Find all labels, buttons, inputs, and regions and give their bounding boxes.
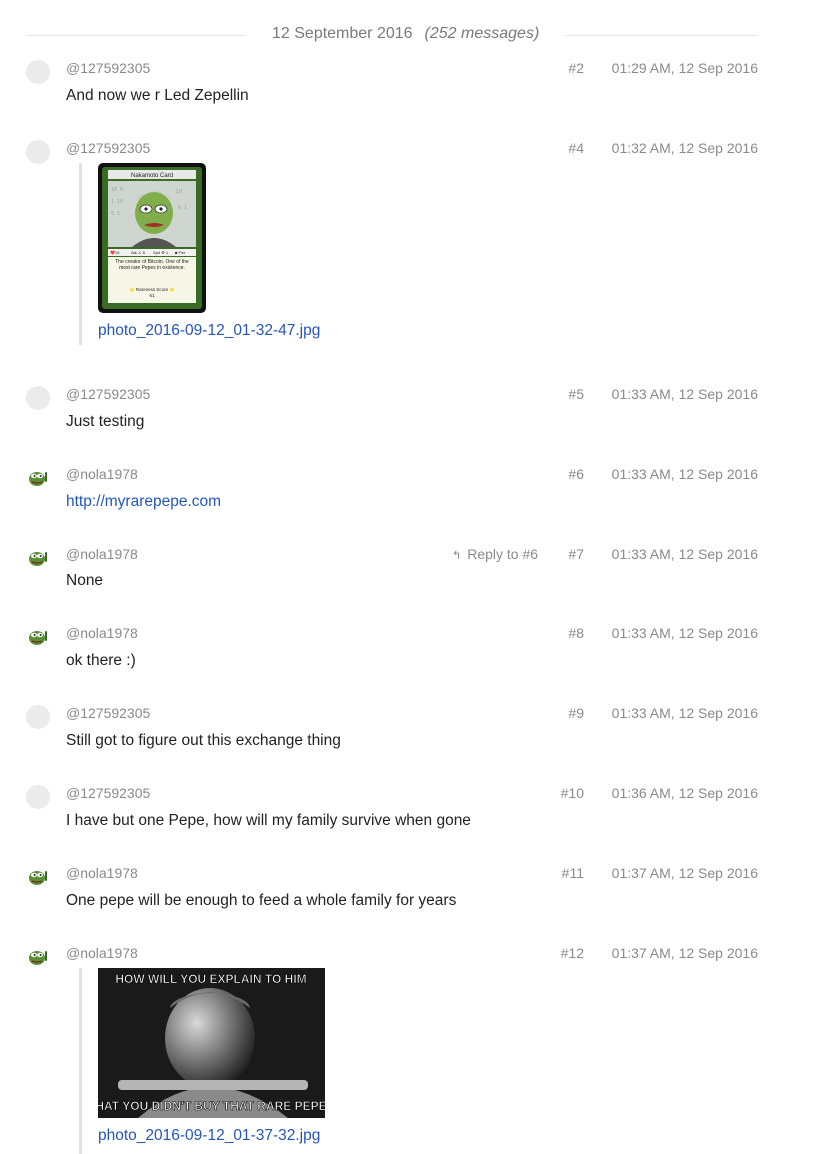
message-time: 01:36 AM, 12 Sep 2016 [611,785,758,801]
photo-file-link[interactable]: photo_2016-09-12_01-37-32.jpg [98,1127,325,1145]
day-date: 12 September 2016 [272,25,413,42]
message-author[interactable]: @127592305 [66,705,150,721]
message-author[interactable]: @nola1978 [66,945,138,961]
card-footer-number: 61 [149,293,155,298]
card-stat-atk: Atk ⚔ 5 [131,250,146,255]
reply-arrow-icon: ↰ [452,550,462,562]
message-text: And now we r Led Zepellin [66,87,249,104]
message-number[interactable]: #10 [524,785,584,801]
card-footer: ⭐ Rareness Score ⭐ [129,286,175,292]
message-text: Just testing [66,413,145,430]
message-time: 01:33 AM, 12 Sep 2016 [611,705,758,721]
card-stat-type: ■ Fire [175,250,186,255]
card-title: Nakamoto Card [131,173,173,179]
message-number[interactable]: #9 [524,705,584,721]
message-author[interactable]: @nola1978 [66,865,138,881]
message-number[interactable]: #6 [524,466,584,482]
day-message-count: (252 messages) [424,25,540,42]
day-separator: 12 September 2016 (252 messages) [26,22,758,48]
message-time: 01:29 AM, 12 Sep 2016 [611,60,758,76]
svg-text:0 1: 0 1 [178,205,187,211]
message-author[interactable]: @127592305 [66,785,150,801]
message-text: Still got to figure out this exchange th… [66,732,341,749]
avatar-placeholder[interactable] [26,60,50,84]
pepe-avatar-icon[interactable] [26,546,50,570]
message-number[interactable]: #4 [524,140,584,156]
message-author[interactable]: @127592305 [66,386,150,402]
message-time: 01:33 AM, 12 Sep 2016 [611,386,758,402]
photo-thumbnail-nakamoto-card[interactable]: Nakamoto Card 10 0 1 10 0 1 10 0 1 ❤️15 Atk … [98,163,206,313]
svg-text:1 10: 1 10 [111,199,123,205]
message-author[interactable]: @127592305 [66,140,150,156]
message-link[interactable]: http://myrarepepe.com [66,493,221,511]
message-time: 01:33 AM, 12 Sep 2016 [611,546,758,562]
message-text: One pepe will be enough to feed a whole … [66,892,457,909]
message-number[interactable]: #7 [524,546,584,562]
message-text: I have but one Pepe, how will my family … [66,812,471,829]
day-label: 12 September 2016 (252 messages) [246,25,566,43]
meme-image: HOW WILL YOU EXPLAIN TO HIM THAT YOU DID… [98,968,325,1118]
message-number[interactable]: #12 [524,945,584,961]
pepe-avatar-icon[interactable] [26,625,50,649]
message-author[interactable]: @nola1978 [66,546,138,562]
photo-file-link[interactable]: photo_2016-09-12_01-32-47.jpg [98,322,320,340]
nakamoto-card-image: Nakamoto Card 10 0 1 10 0 1 10 0 1 ❤️15 Atk … [98,163,206,313]
message-number[interactable]: #11 [524,865,584,881]
message-author[interactable]: @nola1978 [66,625,138,641]
pepe-avatar-icon[interactable] [26,865,50,889]
message-time: 01:37 AM, 12 Sep 2016 [611,945,758,961]
message-time: 01:33 AM, 12 Sep 2016 [611,466,758,482]
card-stat-hp: ❤️15 [110,250,120,255]
meme-top-text: HOW WILL YOU EXPLAIN TO HIM [115,972,306,986]
svg-text:10 0: 10 0 [111,187,123,193]
message-text: None [66,572,104,589]
message-time: 01:32 AM, 12 Sep 2016 [611,140,758,156]
message-number[interactable]: #8 [524,625,584,641]
message-text: ok there :) [66,652,136,669]
message-time: 01:33 AM, 12 Sep 2016 [611,625,758,641]
message-author[interactable]: @nola1978 [66,466,138,482]
media-attachment: Nakamoto Card 10 0 1 10 0 1 10 0 1 ❤️15 Atk … [79,163,320,345]
photo-thumbnail-meme[interactable]: HOW WILL YOU EXPLAIN TO HIM THAT YOU DID… [98,968,325,1118]
pepe-avatar-icon[interactable] [26,466,50,490]
message-number[interactable]: #2 [524,60,584,76]
svg-text:0 1: 0 1 [111,211,120,217]
message-number[interactable]: #5 [524,386,584,402]
card-description: The creator of Bitcoin. One of the most … [115,259,189,271]
media-attachment: HOW WILL YOU EXPLAIN TO HIM THAT YOU DID… [79,968,325,1154]
meme-bottom-text: THAT YOU DIDN'T BUY THAT RARE PEPE? [98,1099,325,1113]
avatar-placeholder[interactable] [26,140,50,164]
svg-text:10: 10 [176,189,182,195]
pepe-avatar-icon[interactable] [26,945,50,969]
avatar-placeholder[interactable] [26,785,50,809]
avatar-placeholder[interactable] [26,386,50,410]
message-author[interactable]: @127592305 [66,60,150,76]
message-time: 01:37 AM, 12 Sep 2016 [611,865,758,881]
card-stat-spd: Spd ⚙ 1 [153,250,169,255]
avatar-placeholder[interactable] [26,705,50,729]
